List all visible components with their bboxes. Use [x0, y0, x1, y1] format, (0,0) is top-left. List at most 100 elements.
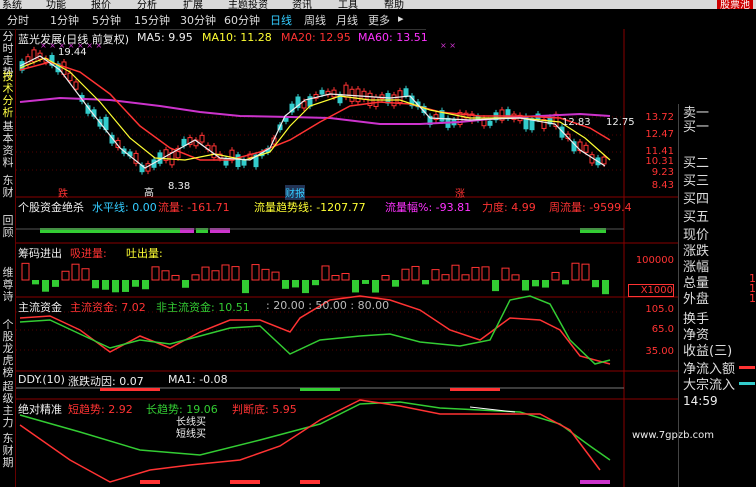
candle-body — [487, 120, 493, 126]
chip-bar — [362, 280, 369, 284]
quote-outer: 外盘 — [683, 292, 710, 307]
price-axis-2: 12.47 — [645, 129, 674, 140]
quote-buy1: 买一 — [683, 120, 710, 135]
fund-axis-1: 105.0 — [645, 304, 674, 315]
chip-bar — [282, 280, 289, 289]
chip-bar — [471, 266, 480, 281]
chip-axis-unit: X1000 — [628, 284, 674, 297]
abs-short-trend: 短趋势: 2.92 — [68, 403, 133, 416]
ma10-label: MA10: 11.28 — [202, 31, 272, 44]
flow-force: 力度: 4.99 — [482, 201, 536, 214]
price-axis-5: 9.23 — [651, 167, 674, 178]
chip-bar — [182, 280, 189, 288]
chip-axis-top: 100000 — [635, 255, 674, 266]
chip-bar — [151, 266, 160, 281]
chip-bar — [261, 268, 270, 281]
ddy-title: DDY.(10) — [18, 373, 65, 386]
chip-bar — [422, 280, 429, 285]
flow-panel-title: 个股资金绝杀 — [18, 201, 84, 214]
chip-out-label: 吐出量: — [126, 247, 163, 260]
chip-bar — [211, 270, 220, 281]
chip-bar — [102, 280, 109, 290]
chip-bar — [71, 263, 80, 281]
ma5-label: MA5: 9.95 — [137, 31, 193, 44]
candle-body — [403, 88, 409, 96]
chip-bar — [132, 280, 139, 287]
chip-bar — [61, 270, 70, 281]
chip-bar — [461, 274, 470, 281]
chip-bar — [511, 274, 520, 281]
chip-bar — [312, 280, 319, 286]
net-inflow-bar — [739, 366, 755, 369]
chip-bar — [171, 274, 180, 281]
chip-bar — [592, 280, 599, 288]
chip-bar — [542, 280, 549, 288]
earnings-tag[interactable]: 财报 — [285, 185, 305, 200]
chip-bar — [21, 262, 30, 281]
chip-bar — [481, 266, 490, 281]
flow-volume: 流量: -161.71 — [158, 201, 230, 214]
fund-axis-2: 65.0 — [651, 324, 674, 335]
ma60-label: MA60: 13.51 — [358, 31, 428, 44]
chip-bars — [21, 262, 609, 295]
chip-bar — [42, 280, 49, 292]
chip-bar — [292, 280, 299, 288]
price-axis-1: 13.72 — [645, 112, 674, 123]
chip-bar — [522, 280, 529, 291]
flow-ratio: 流量幅%: -93.81 — [385, 201, 472, 214]
ma20-line — [19, 61, 611, 161]
quote-earnings: 收益(三) — [683, 344, 733, 359]
chip-bar — [571, 262, 580, 281]
mid-price-label: 12.83 — [562, 117, 591, 128]
chip-bar — [112, 280, 119, 293]
quote-time: 14:59 — [683, 394, 718, 408]
short-buy-tag: 短线买 — [176, 429, 206, 440]
svg-text:× ×: × × — [440, 41, 456, 50]
chip-bar — [122, 280, 129, 292]
chip-bar — [411, 265, 420, 281]
chip-bar — [32, 280, 39, 285]
chip-bar — [331, 275, 340, 281]
candle-body — [583, 144, 589, 153]
chip-bar — [492, 280, 499, 292]
ddy-factor: 涨跌动因: 0.07 — [68, 375, 144, 388]
chip-bar — [242, 280, 249, 294]
low-price-label: 8.38 — [168, 181, 191, 192]
chip-bar — [191, 274, 200, 281]
stock-title: 蓝光发展(日线 前复权) — [18, 33, 130, 46]
chip-bar — [581, 263, 590, 281]
chip-bar — [562, 280, 569, 285]
candle-body — [361, 90, 367, 100]
chip-bar — [201, 266, 210, 281]
candle-body — [67, 72, 73, 82]
chip-bar — [551, 271, 560, 281]
chip-bar — [251, 264, 260, 281]
chip-bar — [231, 266, 240, 281]
chip-bar — [381, 274, 390, 281]
main-fund-title: 主流资金 — [18, 301, 62, 314]
chip-bar — [392, 280, 399, 287]
chip-bar — [302, 280, 309, 294]
non-main-fund-value: 非主流资金: 10.51 — [156, 301, 250, 314]
quote-block-inflow: 大宗流入 — [683, 378, 736, 393]
chip-bar — [52, 280, 59, 287]
abs-bottom-markers — [140, 480, 610, 484]
flow-weekly: 周流量: -9599.4 — [549, 201, 632, 214]
price-axis-6: 8.43 — [651, 180, 674, 191]
candle-body — [319, 89, 325, 95]
candle-body — [235, 154, 241, 168]
candle-body — [73, 81, 79, 90]
quote-buy3: 买三 — [683, 174, 710, 189]
candle-body — [199, 134, 205, 143]
chip-bar — [142, 280, 149, 290]
high-price-label: 19.44 — [58, 47, 87, 58]
ddy-ma1: MA1: -0.08 — [168, 373, 228, 386]
chip-bar — [321, 265, 330, 281]
flow-water-level: 水平线: 0.00 — [92, 201, 157, 214]
abs-title: 绝对精准 — [18, 403, 62, 416]
main-fund-value: 主流资金: 7.02 — [70, 301, 146, 314]
chip-in-label: 吸进量: — [70, 247, 107, 260]
chip-bar — [441, 274, 450, 281]
chip-bar — [92, 280, 99, 289]
quote-buy4: 买四 — [683, 192, 710, 207]
